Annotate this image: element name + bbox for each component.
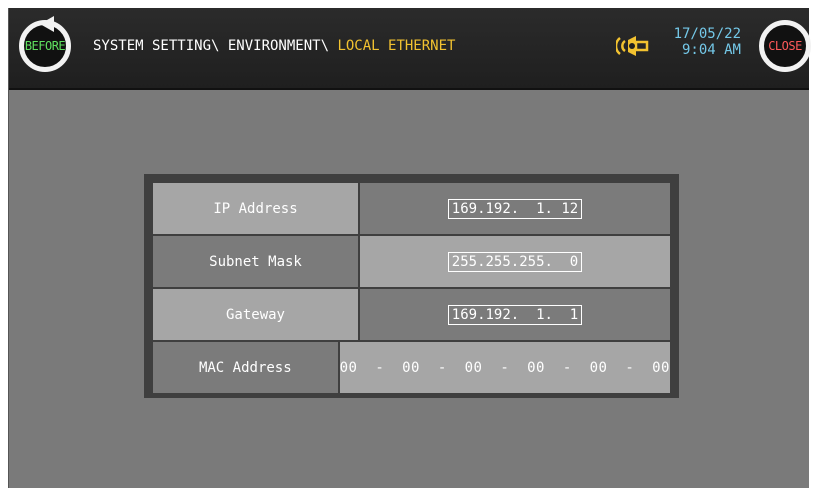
ip-address-row: IP Address 169.192. 1. 12 <box>153 183 670 234</box>
before-button-label: BEFORE <box>24 39 66 53</box>
ip-address-input[interactable]: 169.192. 1. 12 <box>447 198 583 219</box>
gateway-label: Gateway <box>153 289 358 340</box>
close-button-label: CLOSE <box>768 39 802 53</box>
subnet-mask-cell: 255.255.255. 0 <box>360 236 670 287</box>
gateway-row: Gateway 169.192. 1. 1 <box>153 289 670 340</box>
mac-address-cell: 00 - 00 - 00 - 00 - 00 - 00 <box>339 342 670 393</box>
close-button[interactable]: CLOSE <box>759 20 811 72</box>
mac-address-row: MAC Address 00 - 00 - 00 - 00 - 00 - 00 <box>153 342 670 393</box>
time-text: 9:04 AM <box>681 42 741 58</box>
subnet-mask-label: Subnet Mask <box>153 236 358 287</box>
hmi-screen: BEFORE SYSTEM SETTING\ ENVIRONMENT\ LOCA… <box>8 8 811 488</box>
ethernet-settings-panel: IP Address 169.192. 1. 12 Subnet Mask 25… <box>144 174 679 398</box>
top-bar: BEFORE SYSTEM SETTING\ ENVIRONMENT\ LOCA… <box>9 8 811 90</box>
breadcrumb: SYSTEM SETTING\ ENVIRONMENT\ LOCAL ETHER… <box>93 38 455 54</box>
breadcrumb-path: SYSTEM SETTING\ ENVIRONMENT\ <box>93 38 338 54</box>
gateway-input[interactable]: 169.192. 1. 1 <box>447 304 583 325</box>
subnet-mask-input[interactable]: 255.255.255. 0 <box>447 251 583 272</box>
speaker-icon[interactable] <box>616 32 650 60</box>
breadcrumb-current: LOCAL ETHERNET <box>337 38 456 54</box>
back-arrow-icon <box>40 16 54 32</box>
date-time: 17/05/22 9:04 AM <box>669 26 741 58</box>
gateway-cell: 169.192. 1. 1 <box>360 289 670 340</box>
mac-address-label: MAC Address <box>153 342 338 393</box>
ip-address-label: IP Address <box>153 183 358 234</box>
mac-address-value: 00 - 00 - 00 - 00 - 00 - 00 <box>339 359 670 376</box>
ip-address-cell: 169.192. 1. 12 <box>360 183 670 234</box>
subnet-mask-row: Subnet Mask 255.255.255. 0 <box>153 236 670 287</box>
date-text: 17/05/22 <box>673 26 741 42</box>
before-button[interactable]: BEFORE <box>19 16 71 72</box>
